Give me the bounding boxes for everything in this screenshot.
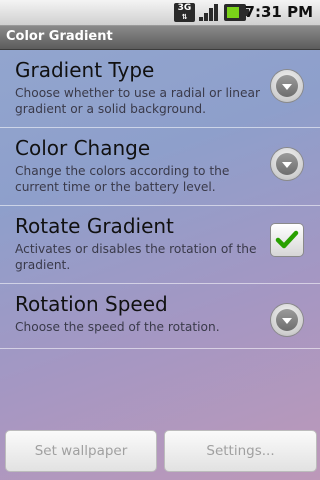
clock: 7:31 PM <box>244 3 313 21</box>
pref-rotate-gradient[interactable]: Rotate Gradient Activates or disables th… <box>0 206 320 283</box>
dropdown-button[interactable] <box>271 304 303 336</box>
pref-title: Rotate Gradient <box>15 214 174 238</box>
pref-summary: Change the colors according to the curre… <box>15 164 230 194</box>
dropdown-button[interactable] <box>271 70 303 102</box>
app-title: Color Gradient <box>6 29 113 44</box>
pref-title: Rotation Speed <box>15 292 168 316</box>
pref-color-change[interactable]: Color Change Change the colors according… <box>0 128 320 205</box>
pref-summary: Choose the speed of the rotation. <box>15 320 220 334</box>
chevron-down-icon <box>276 309 298 331</box>
3g-icon: 3G ⇅ <box>174 3 195 22</box>
status-bar: 3G ⇅ 7:31 PM <box>0 0 320 26</box>
pref-title: Color Change <box>15 136 151 160</box>
pref-title: Gradient Type <box>15 58 155 82</box>
chevron-down-icon <box>276 153 298 175</box>
settings-button[interactable]: Settings... <box>164 430 317 472</box>
data-arrows-icon: ⇅ <box>181 13 188 21</box>
chevron-down-icon <box>276 75 298 97</box>
checkmark-icon <box>275 230 299 249</box>
set-wallpaper-button[interactable]: Set wallpaper <box>5 430 157 472</box>
dropdown-button[interactable] <box>271 148 303 180</box>
pref-gradient-type[interactable]: Gradient Type Choose whether to use a ra… <box>0 50 320 127</box>
pref-summary: Activates or disables the rotation of th… <box>15 242 257 272</box>
battery-level <box>227 7 239 18</box>
signal-icon <box>199 4 218 21</box>
rotate-gradient-checkbox[interactable] <box>271 224 303 256</box>
title-bar: Color Gradient <box>0 26 320 50</box>
pref-summary: Choose whether to use a radial or linear… <box>15 86 260 116</box>
network-label: 3G <box>177 3 192 13</box>
battery-icon <box>224 4 249 21</box>
pref-rotation-speed[interactable]: Rotation Speed Choose the speed of the r… <box>0 284 320 361</box>
divider <box>0 348 320 349</box>
